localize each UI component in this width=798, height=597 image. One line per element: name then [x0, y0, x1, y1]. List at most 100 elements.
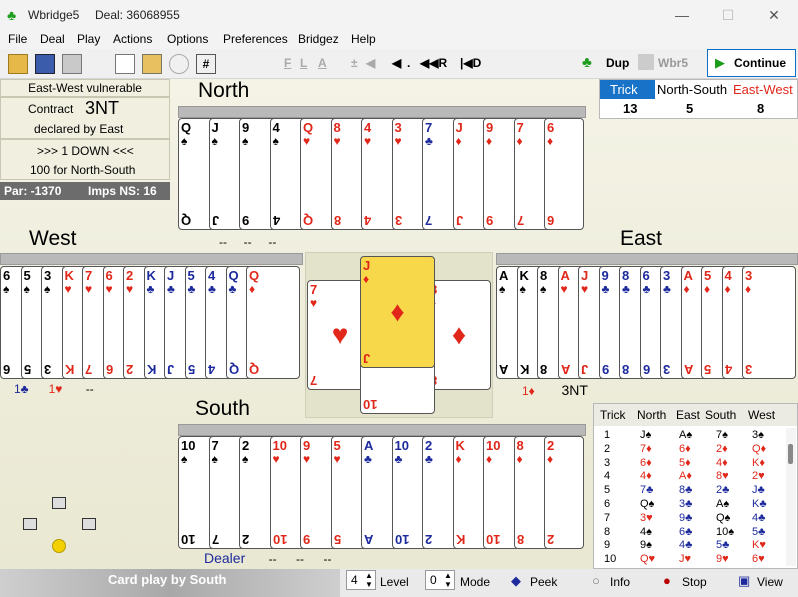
- card-suit: ♠: [211, 134, 218, 148]
- card-rank-inverted: 5: [187, 362, 195, 377]
- close-button[interactable]: ✕: [752, 4, 796, 26]
- card-suit: ♠: [211, 452, 218, 466]
- card-rank-inverted: 4: [364, 213, 372, 228]
- maximize-button[interactable]: ☐: [706, 4, 750, 26]
- view-button[interactable]: View: [757, 575, 783, 589]
- new-document-icon[interactable]: [115, 54, 135, 74]
- north-hand: Q ♠ Q J ♠ J 9 ♠ 9 4 ♠ 4 Q ♥ Q 8 ♥ 8 4 ♥ 4 3 ♥ 3 7 ♣ 7 J ♦ J 9 ♦ 9 7 ♦ 7 6 ♦ 6: [178, 118, 586, 230]
- level-spinner[interactable]: 4 ▲ ▼: [346, 570, 376, 590]
- menu-deal[interactable]: Deal: [40, 30, 65, 49]
- mode-value: 0: [430, 573, 437, 587]
- card-rank: 10: [394, 438, 409, 453]
- card-suit: ♥: [333, 452, 341, 466]
- nav-all[interactable]: A: [318, 53, 327, 73]
- continue-label: Continue: [734, 56, 786, 70]
- dup-button[interactable]: Dup: [606, 53, 629, 73]
- north-hand-bar: [178, 106, 586, 118]
- card-north[interactable]: 6 ♦ 6: [544, 118, 584, 230]
- menu-actions[interactable]: Actions: [113, 30, 152, 49]
- spin-up-icon[interactable]: ▲: [444, 571, 452, 580]
- history-row: 2 7♦ 6♦ 2♦ Q♦: [594, 443, 784, 456]
- card-suit: ♦: [486, 134, 493, 148]
- card-rank: 9: [601, 268, 609, 283]
- trick-history[interactable]: Trick North East South West 1 J♠ A♠ 7♠ 3♠ 2 7♦…: [593, 403, 798, 569]
- menu-file[interactable]: File: [8, 30, 27, 49]
- continue-button[interactable]: ▶ Continue: [707, 49, 796, 77]
- history-scroll-thumb[interactable]: [788, 444, 793, 464]
- nav-rewind-trick[interactable]: ◀◀R: [420, 53, 447, 73]
- save-icon[interactable]: [35, 54, 55, 74]
- card-south[interactable]: 2 ♦ 2: [544, 436, 584, 549]
- nav-first[interactable]: F: [284, 53, 291, 73]
- history-cell: 6: [604, 498, 611, 510]
- mode-spinner[interactable]: 0 ▲ ▼: [425, 570, 455, 590]
- history-row: 7 3♥ 9♣ Q♠ 4♣: [594, 512, 784, 525]
- peek-button[interactable]: Peek: [530, 575, 557, 589]
- nav-prev[interactable]: ◀: [366, 53, 375, 73]
- card-suit: ♥: [310, 296, 318, 310]
- history-rows: 1 J♠ A♠ 7♠ 3♠ 2 7♦ 6♦ 2♦ Q♦ 3 6♦ 5♦ 4♦ K♦ 4 4♦ A♦ 8♥ 2♥ 5 7♣ 8…: [594, 429, 784, 567]
- card-rank: 8: [540, 268, 548, 283]
- history-cell: 10: [604, 553, 617, 566]
- spin-down-icon[interactable]: ▼: [365, 580, 373, 589]
- spin-down-icon[interactable]: ▼: [444, 580, 452, 589]
- lightbulb-icon: ○: [592, 573, 600, 588]
- palm-icon: ♣: [582, 54, 592, 71]
- history-cell: 9♠: [640, 539, 652, 552]
- menu-preferences[interactable]: Preferences: [223, 30, 288, 49]
- card-pip: ♦: [390, 296, 405, 327]
- par-value: Par: -1370: [4, 184, 62, 198]
- card-rank-inverted: K: [64, 362, 74, 377]
- card-suit: ♥: [394, 134, 402, 148]
- card-rank-inverted: 6: [642, 362, 650, 377]
- card-suit: ♠: [181, 134, 188, 148]
- wbr5-button[interactable]: Wbr5: [658, 53, 688, 73]
- card-suit: ♦: [516, 134, 523, 148]
- west-hand-bar: [0, 253, 303, 265]
- history-cell: 6♥: [752, 553, 765, 566]
- nav-back[interactable]: ◀: [392, 53, 401, 73]
- spin-up-icon[interactable]: ▲: [365, 571, 373, 580]
- score-header-ns: North-South: [657, 82, 728, 97]
- west-hand: 6 ♠ 6 5 ♠ 5 3 ♠ 3 K ♥ K 7 ♥ 7 6 ♥ 6 2 ♥ 2 K ♣ K J ♣ J 5 ♣ 5 4 ♣ 4 Q ♣ Q Q ♦ Q: [0, 266, 303, 379]
- card-rank: 8: [516, 438, 524, 453]
- status-bar: Card play by South 4 ▲ ▼ Level 0 ▲ ▼ Mod…: [0, 569, 798, 597]
- card-suit: ♣: [425, 452, 433, 466]
- east-calls: 1♦ 3NT: [522, 382, 588, 398]
- menu-help[interactable]: Help: [351, 30, 376, 49]
- history-cell: 5: [604, 484, 611, 497]
- card-suit: ♦: [683, 282, 690, 296]
- history-cell: 8: [604, 525, 611, 538]
- card-rank-inverted: Q: [181, 213, 192, 228]
- south-hand: 10 ♠ 10 7 ♠ 7 2 ♠ 2 10 ♥ 10 9 ♥ 9 5 ♥ 5 A ♣ A 10 ♣ 10 2 ♣ 2 K ♦ K 10 ♦ 1…: [178, 436, 586, 549]
- minimize-button[interactable]: —: [660, 4, 704, 26]
- card-rank-inverted: 10: [394, 532, 409, 547]
- card-east[interactable]: 3 ♦ 3: [742, 266, 796, 379]
- print-icon[interactable]: [62, 54, 82, 74]
- card-west[interactable]: Q ♦ Q: [246, 266, 300, 379]
- card-rank-inverted: A: [364, 532, 374, 547]
- nav-dot[interactable]: .: [407, 53, 410, 73]
- nav-plusminus[interactable]: ±: [351, 53, 358, 73]
- menu-play[interactable]: Play: [77, 30, 100, 49]
- history-cell: 4♠: [640, 525, 652, 538]
- north-call: --: [219, 235, 227, 249]
- card-suit: ♦: [704, 282, 711, 296]
- nav-last[interactable]: L: [300, 53, 307, 73]
- menu-bar: File Deal Play Actions Options Preferenc…: [0, 30, 798, 49]
- menu-options[interactable]: Options: [167, 30, 208, 49]
- card-rank: 8: [333, 120, 341, 135]
- hand-icon[interactable]: [142, 54, 162, 74]
- mode-label: Mode: [460, 575, 491, 589]
- nav-rewind-deal[interactable]: |◀D: [460, 53, 481, 73]
- hash-icon[interactable]: #: [196, 54, 216, 74]
- stop-button[interactable]: Stop: [682, 575, 707, 589]
- east-call: 1♦: [522, 384, 535, 398]
- open-folder-icon[interactable]: [8, 54, 28, 74]
- computer-east-icon: [82, 518, 96, 530]
- info-button[interactable]: Info: [610, 575, 630, 589]
- card-suit: ♠: [3, 282, 10, 296]
- refresh-icon[interactable]: [169, 54, 189, 74]
- menu-bridgez[interactable]: Bridgez: [298, 30, 339, 49]
- history-scrollbar[interactable]: [786, 428, 796, 566]
